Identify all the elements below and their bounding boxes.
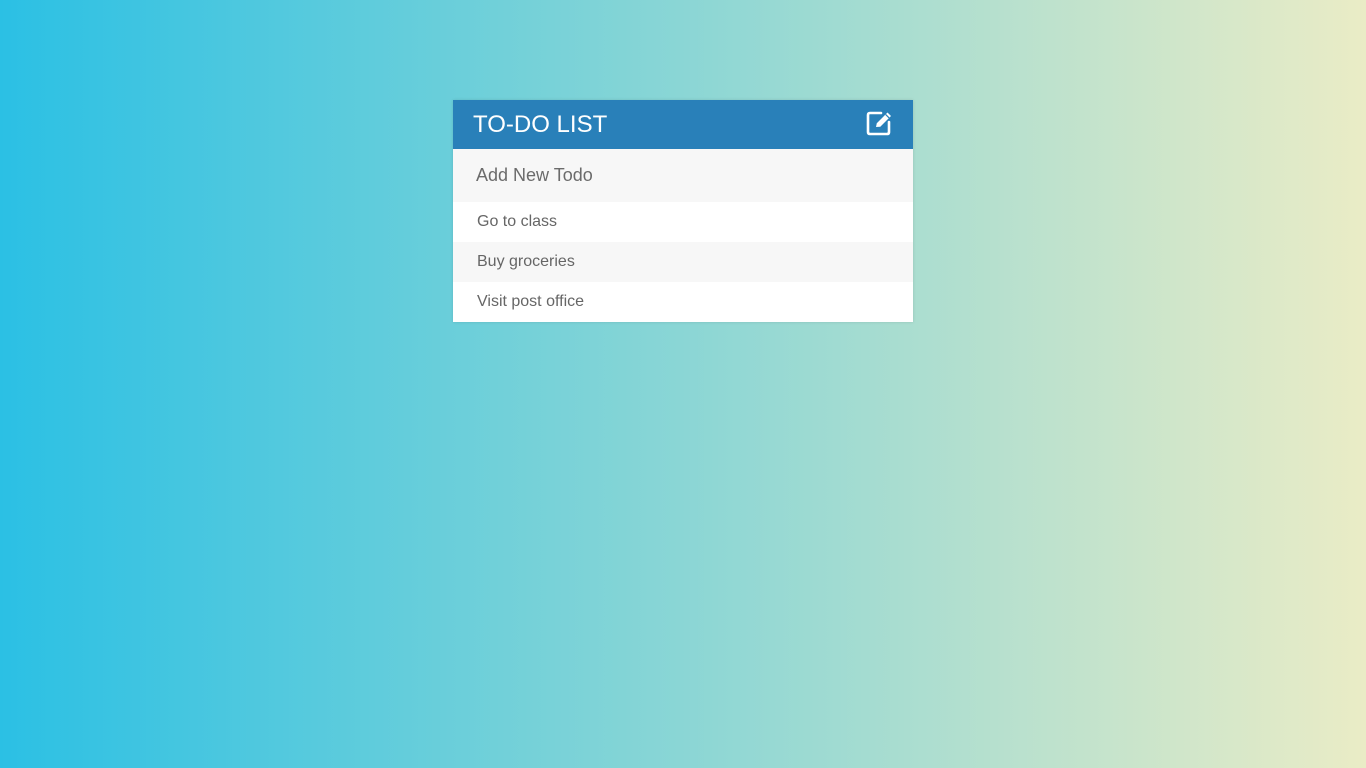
todo-card: TO-DO LIST Go to class Buy groceries Vis… — [453, 100, 913, 322]
pencil-square-icon — [866, 111, 891, 135]
list-item[interactable]: Buy groceries — [453, 242, 913, 282]
list-item[interactable]: Visit post office — [453, 282, 913, 322]
page-title: TO-DO LIST — [473, 111, 608, 138]
new-todo-input[interactable] — [453, 149, 913, 202]
toggle-input-button[interactable] — [866, 109, 894, 137]
todo-header: TO-DO LIST — [453, 100, 913, 149]
todo-list: Go to class Buy groceries Visit post off… — [453, 202, 913, 322]
list-item[interactable]: Go to class — [453, 202, 913, 242]
